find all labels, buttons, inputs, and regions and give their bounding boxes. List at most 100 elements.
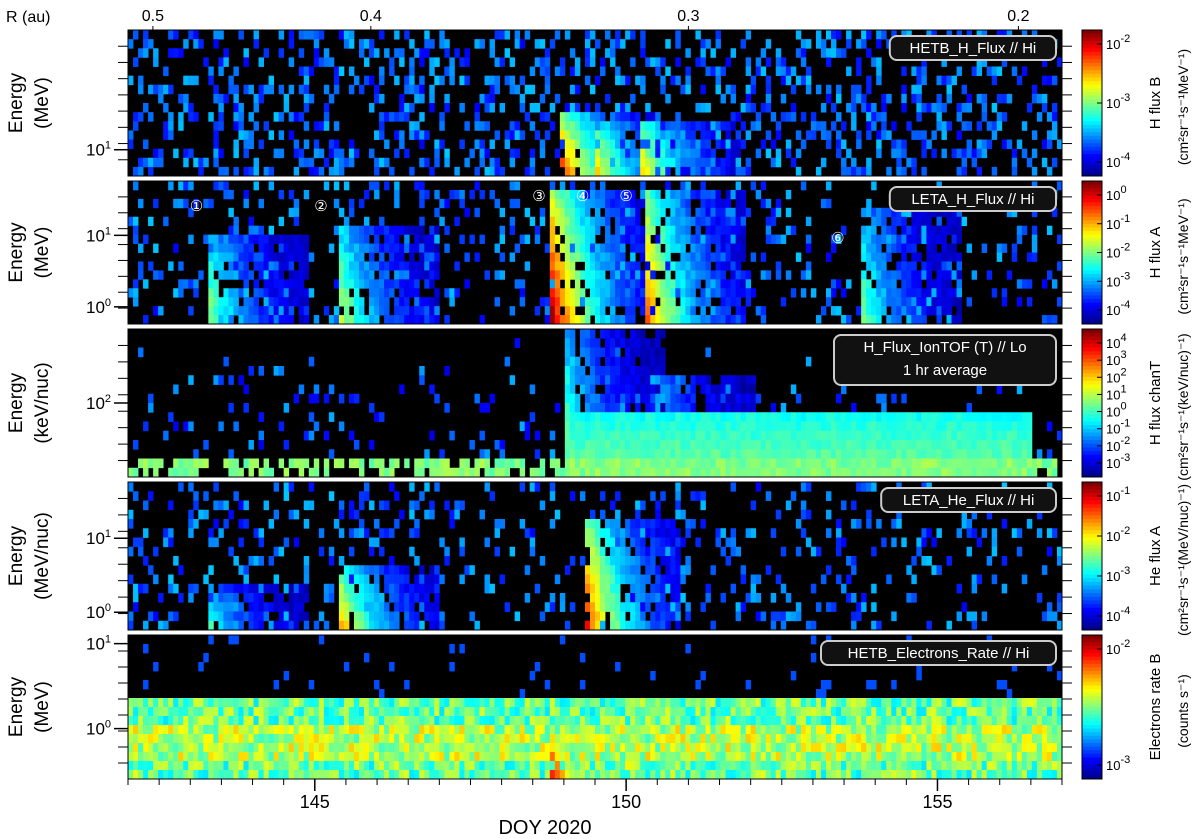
heat-cell	[740, 393, 747, 404]
heat-cell	[630, 157, 636, 168]
heat-cell	[670, 261, 676, 271]
heat-cell	[630, 519, 636, 529]
heat-cell	[278, 366, 285, 376]
heat-cell	[635, 243, 641, 253]
heat-cell	[655, 261, 661, 271]
heat-cell	[223, 189, 229, 200]
heat-cell	[358, 467, 365, 478]
heat-cell	[595, 393, 601, 404]
heat-cell	[981, 103, 988, 113]
heat-cell	[399, 261, 405, 271]
heat-cell	[1026, 412, 1033, 422]
heat-cell	[605, 430, 611, 441]
heat-cell	[615, 375, 621, 385]
heat-cell	[348, 574, 355, 585]
heat-cell	[645, 225, 651, 236]
heat-cell	[780, 440, 787, 450]
heat-cell	[303, 103, 310, 113]
heat-cell	[353, 270, 360, 280]
heat-cell	[278, 315, 285, 325]
heat-cell	[419, 57, 425, 67]
heat-cell	[795, 252, 802, 262]
heat-cell	[991, 430, 998, 441]
heat-cell	[369, 537, 375, 548]
heat-cell	[780, 234, 787, 244]
heat-cell	[303, 297, 310, 307]
heat-cell	[765, 216, 772, 227]
heat-cell	[665, 270, 671, 280]
heat-cell	[896, 261, 902, 271]
heat-cell	[615, 620, 621, 631]
colorbar-segment	[1082, 403, 1102, 408]
heat-cell	[519, 39, 526, 49]
heat-cell	[574, 130, 581, 140]
heat-cell	[529, 121, 536, 131]
heat-cell	[208, 602, 214, 612]
heat-cell	[348, 583, 355, 594]
colorbar-segment	[1082, 451, 1102, 456]
heat-cell	[730, 261, 736, 271]
heat-cell	[650, 528, 656, 538]
heat-cell	[328, 166, 335, 177]
colorbar-segment	[1082, 66, 1102, 71]
heat-cell	[353, 593, 360, 603]
heat-cell	[610, 467, 616, 478]
heat-cell	[705, 189, 711, 200]
heat-cell	[725, 57, 731, 67]
heat-cell	[936, 112, 942, 122]
heat-cell	[504, 602, 511, 612]
heat-cell	[409, 225, 415, 236]
heat-cell	[524, 112, 531, 122]
heat-cell	[715, 403, 721, 413]
heat-cell	[323, 112, 330, 122]
heat-cell	[951, 297, 957, 307]
heat-cell	[278, 261, 285, 271]
heat-cell	[740, 430, 747, 441]
heat-cell	[675, 556, 681, 566]
heat-cell	[353, 225, 360, 236]
heat-cell	[283, 243, 290, 253]
heat-cell	[640, 556, 646, 566]
heat-cell	[318, 546, 325, 557]
heat-cell	[710, 157, 716, 168]
heat-cell	[760, 306, 767, 316]
colorbar-segment	[1082, 593, 1102, 598]
heat-cell	[584, 384, 591, 395]
heat-cell	[820, 440, 827, 450]
heat-cell	[901, 449, 907, 459]
heat-cell	[956, 66, 962, 77]
heat-cell	[650, 347, 656, 358]
heat-cell	[800, 528, 807, 538]
heat-cell	[303, 66, 310, 77]
heat-cell	[690, 130, 696, 140]
heat-cell	[600, 216, 606, 227]
heat-cell	[569, 157, 576, 168]
heat-cell	[871, 602, 877, 612]
heat-cell	[584, 574, 591, 585]
y-tick-label: 101	[86, 225, 111, 245]
colorbar-tick-label: 10-2	[1106, 242, 1130, 261]
heat-cell	[996, 121, 1003, 131]
heat-cell	[549, 243, 556, 253]
heat-cell	[730, 430, 736, 441]
heat-cell	[248, 234, 254, 244]
heat-cell	[173, 698, 179, 708]
heat-cell	[861, 421, 867, 432]
heat-cell	[670, 565, 676, 575]
heat-cell	[836, 130, 842, 140]
heat-cell	[836, 458, 842, 469]
heat-cell	[544, 75, 551, 86]
heat-cell	[911, 252, 917, 262]
colorbar-segment	[1082, 238, 1102, 243]
heat-cell	[815, 84, 822, 95]
heat-cell	[675, 528, 681, 538]
heat-cell	[735, 130, 742, 140]
heat-cell	[795, 440, 802, 450]
heat-cell	[725, 393, 731, 404]
heat-cell	[313, 48, 320, 58]
heat-cell	[901, 393, 907, 404]
heat-cell	[469, 467, 475, 478]
heat-cell	[735, 207, 742, 218]
heat-cell	[474, 620, 480, 631]
colorbar: 10410310210110010-110-210-3H flux chanT(…	[1081, 328, 1191, 481]
